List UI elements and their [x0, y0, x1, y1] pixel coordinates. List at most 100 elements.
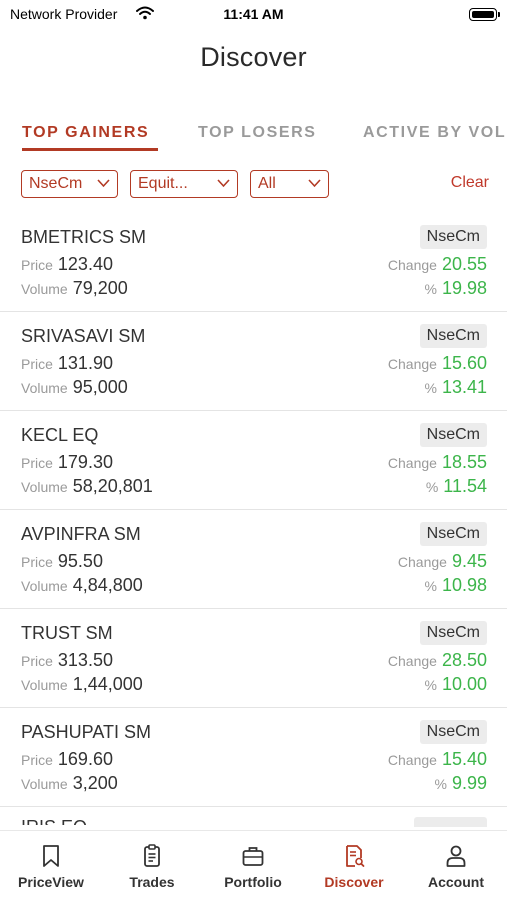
change-field: Change 9.45 [398, 551, 487, 572]
stock-row[interactable]: SRIVASAVI SM Price 131.90 Volume 95,000 Ns… [0, 312, 507, 411]
volume-label: Volume [21, 479, 68, 495]
change-label: Change [387, 257, 437, 273]
change-label: Change [387, 356, 437, 372]
nav-account[interactable]: Account [406, 843, 506, 890]
price-field: Price 179.30 [21, 452, 113, 473]
group-filter-label: All [258, 175, 276, 192]
price-value: 179.30 [57, 452, 113, 472]
stock-list[interactable]: BMETRICS SM Price 123.40 Volume 79,200 Nse… [0, 213, 507, 830]
price-value: 95.50 [57, 551, 103, 571]
stock-symbol: BMETRICS SM [21, 227, 147, 247]
tab-active-by-volume[interactable]: ACTIVE BY VOLUME [363, 124, 507, 142]
chevron-down-icon [217, 179, 230, 188]
stock-row[interactable]: BMETRICS SM Price 123.40 Volume 79,200 Nse… [0, 213, 507, 312]
stock-row[interactable]: PASHUPATI SM Price 169.60 Volume 3,200 Nse… [0, 708, 507, 807]
change-value: 20.55 [441, 254, 487, 274]
change-label: Change [397, 554, 447, 570]
chevron-down-icon [308, 179, 321, 188]
price-field: Price 131.90 [21, 353, 113, 374]
segment-filter-label: Equit... [138, 175, 188, 192]
group-filter-dropdown[interactable]: All [250, 170, 329, 198]
battery-icon [469, 8, 500, 21]
exchange-badge [414, 817, 487, 827]
nav-portfolio[interactable]: Portfolio [203, 843, 303, 890]
change-field: Change 15.60 [388, 353, 487, 374]
volume-label: Volume [21, 677, 68, 693]
percent-value: 10.98 [441, 575, 487, 595]
stock-symbol: PASHUPATI SM [21, 722, 152, 742]
stock-row[interactable]: TRUST SM Price 313.50 Volume 1,44,000 NseC… [0, 609, 507, 708]
exchange-badge: NseCm [419, 522, 487, 546]
stock-row[interactable]: KECL EQ Price 179.30 Volume 58,20,801 NseC… [0, 411, 507, 510]
change-field: Change 28.50 [388, 650, 487, 671]
price-field: Price 313.50 [21, 650, 113, 671]
change-value: 15.60 [441, 353, 487, 373]
exchange-badge: NseCm [419, 225, 487, 249]
price-field: Price 123.40 [21, 254, 113, 275]
volume-field: Volume 58,20,801 [21, 476, 153, 497]
briefcase-icon [242, 847, 264, 866]
stock-symbol: TRUST SM [21, 623, 113, 643]
status-bar: Network Provider 11:41 AM [0, 0, 507, 30]
volume-value: 79,200 [72, 278, 128, 298]
percent-field: % 10.00 [425, 674, 488, 695]
stock-symbol: KECL EQ [21, 425, 99, 445]
percent-field: % 13.41 [425, 377, 488, 398]
volume-field: Volume 1,44,000 [21, 674, 143, 695]
nav-priceview-label: PriceView [18, 874, 84, 890]
volume-field: Volume 4,84,800 [21, 575, 143, 596]
exchange-badge: NseCm [419, 621, 487, 645]
tab-top-losers[interactable]: TOP LOSERS [198, 124, 317, 142]
document-search-icon [346, 845, 365, 867]
change-value: 28.50 [441, 650, 487, 670]
price-label: Price [21, 356, 53, 372]
stock-row-partial[interactable]: IRIS EQ [0, 807, 507, 830]
price-field: Price 169.60 [21, 749, 113, 770]
active-tab-indicator [22, 148, 158, 151]
change-field: Change 20.55 [388, 254, 487, 275]
page-title: Discover [200, 42, 307, 72]
change-field: Change 18.55 [388, 452, 487, 473]
change-label: Change [387, 752, 437, 768]
bookmark-icon [43, 845, 59, 867]
volume-value: 58,20,801 [72, 476, 153, 496]
nav-discover[interactable]: Discover [304, 843, 404, 890]
change-value: 9.45 [451, 551, 487, 571]
percent-value: 13.41 [441, 377, 487, 397]
stock-symbol: IRIS EQ [21, 817, 87, 825]
nav-discover-label: Discover [324, 874, 384, 890]
clear-filters-button[interactable]: Clear [451, 174, 489, 192]
nav-priceview[interactable]: PriceView [1, 843, 101, 890]
exchange-badge: NseCm [419, 423, 487, 447]
exchange-badge: NseCm [419, 324, 487, 348]
percent-label: % [434, 776, 447, 792]
percent-value: 9.99 [451, 773, 487, 793]
price-value: 131.90 [57, 353, 113, 373]
change-value: 15.40 [441, 749, 487, 769]
price-value: 123.40 [57, 254, 113, 274]
stock-symbol: SRIVASAVI SM [21, 326, 146, 346]
price-value: 313.50 [57, 650, 113, 670]
price-value: 169.60 [57, 749, 113, 769]
percent-value: 10.00 [441, 674, 487, 694]
person-icon [446, 845, 466, 867]
percent-value: 11.54 [443, 476, 487, 496]
change-label: Change [387, 455, 437, 471]
change-label: Change [387, 653, 437, 669]
percent-label: % [424, 281, 437, 297]
nav-portfolio-label: Portfolio [224, 874, 282, 890]
stock-row[interactable]: AVPINFRA SM Price 95.50 Volume 4,84,800 Ns… [0, 510, 507, 609]
exchange-filter-dropdown[interactable]: NseCm [21, 170, 118, 198]
percent-field: % 10.98 [425, 575, 488, 596]
volume-value: 4,84,800 [72, 575, 143, 595]
volume-label: Volume [21, 776, 68, 792]
tab-bar: TOP GAINERS TOP LOSERS ACTIVE BY VOLUME [0, 120, 507, 154]
price-label: Price [21, 752, 53, 768]
stock-symbol: AVPINFRA SM [21, 524, 141, 544]
segment-filter-dropdown[interactable]: Equit... [130, 170, 238, 198]
filter-bar: NseCm Equit... All Clear [0, 170, 507, 200]
nav-trades[interactable]: Trades [102, 843, 202, 890]
price-label: Price [21, 455, 53, 471]
tab-top-gainers[interactable]: TOP GAINERS [22, 124, 149, 142]
nav-account-label: Account [428, 874, 484, 890]
